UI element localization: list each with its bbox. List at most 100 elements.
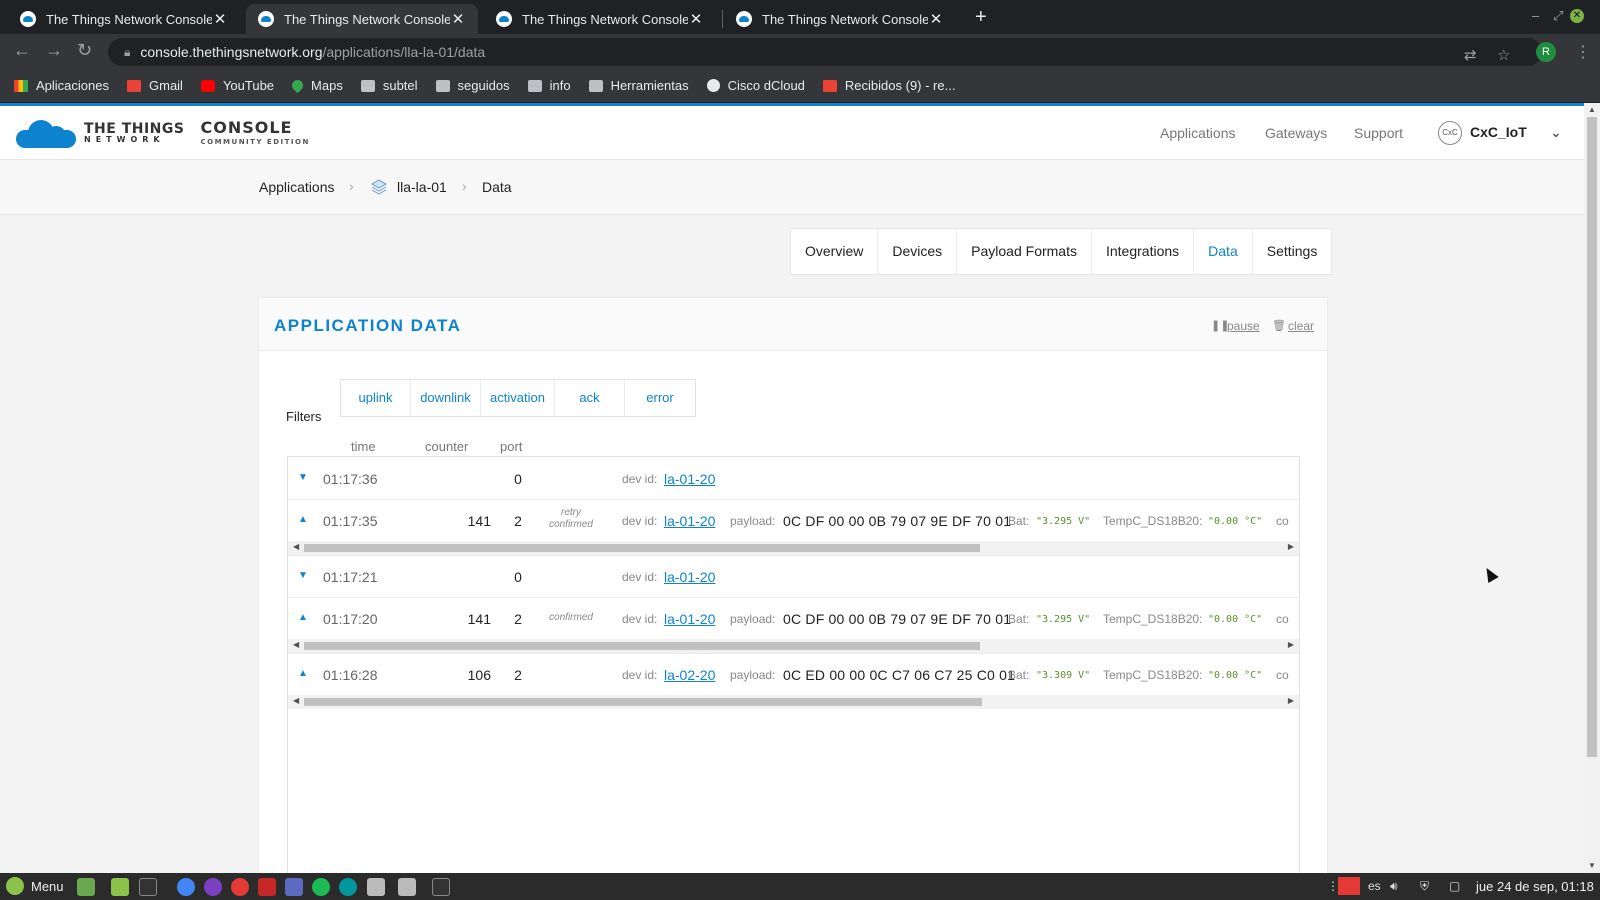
pause-button[interactable]: pause	[1227, 319, 1260, 333]
filter-activation[interactable]: activation	[481, 380, 555, 416]
scroll-thumb[interactable]	[304, 698, 982, 706]
volume-icon[interactable]: 🔊︎	[1390, 879, 1398, 894]
reload-icon[interactable]: ↻	[77, 40, 92, 61]
downlink-arrow-icon[interactable]: ▼	[298, 570, 308, 581]
bookmark-recibidos[interactable]: Recibidos (9) - re...	[822, 78, 955, 93]
scroll-right-icon[interactable]: ▶	[1288, 542, 1294, 551]
browser-menu-icon[interactable]: ⋮	[1575, 42, 1591, 62]
browser-tab[interactable]: The Things Network Console ✕	[8, 4, 240, 34]
uplink-arrow-icon[interactable]: ▲	[298, 668, 308, 679]
show-desktop-icon[interactable]	[77, 878, 95, 896]
tab-integrations[interactable]: Integrations	[1092, 229, 1195, 274]
filter-uplink[interactable]: uplink	[341, 380, 411, 416]
nav-gateways[interactable]: Gateways	[1265, 125, 1327, 141]
bookmark-maps[interactable]: Maps	[289, 77, 343, 94]
bookmark-gmail[interactable]: Gmail	[127, 78, 183, 93]
close-icon[interactable]: ✕	[688, 10, 704, 28]
anydesk-icon[interactable]	[1338, 877, 1360, 895]
dev-id-link[interactable]: la-02-20	[664, 667, 715, 683]
scroll-right-icon[interactable]: ▶	[1288, 640, 1294, 649]
browser-tab[interactable]: The Things Network Console ✕	[724, 4, 956, 34]
dev-id-link[interactable]: la-01-20	[664, 513, 715, 529]
arduino-icon[interactable]	[339, 878, 357, 896]
dev-id-link[interactable]: la-01-20	[664, 471, 715, 487]
trash-icon[interactable]: 🗑︎	[1272, 319, 1286, 332]
bookmark-youtube[interactable]: YouTube	[200, 78, 274, 93]
clock[interactable]: jue 24 de sep, 01:18	[1476, 879, 1594, 894]
scroll-left-icon[interactable]: ◀	[293, 696, 299, 705]
filter-ack[interactable]: ack	[555, 380, 625, 416]
chevron-down-icon[interactable]: ⌄	[1550, 124, 1562, 141]
bookmark-folder-seguidos[interactable]: seguidos	[435, 78, 510, 93]
uplink-arrow-icon[interactable]: ▲	[298, 514, 308, 525]
scroll-right-icon[interactable]: ▶	[1288, 696, 1294, 705]
window-close-icon[interactable]: ✕	[1570, 9, 1584, 23]
scroll-down-icon[interactable]: ▼	[1588, 861, 1596, 870]
user-name[interactable]: CxC_IoT	[1470, 124, 1527, 140]
close-icon[interactable]: ✕	[212, 10, 228, 28]
translate-icon[interactable]: ⇄	[1464, 46, 1477, 64]
horizontal-scrollbar[interactable]: ◀ ▶	[288, 695, 1299, 709]
shield-icon[interactable]: ⛨	[1420, 879, 1429, 894]
forward-icon[interactable]: →	[45, 40, 63, 61]
scroll-thumb[interactable]	[304, 544, 980, 552]
file-manager-icon[interactable]	[111, 878, 129, 896]
keyboard-layout[interactable]: es	[1368, 879, 1381, 893]
table-row[interactable]: ▼ 01:17:36 0 dev id: la-01-20	[288, 457, 1299, 499]
table-row[interactable]: ▲ 01:16:28 106 2 dev id: la-02-20 payloa…	[288, 653, 1299, 695]
tor-browser-icon[interactable]	[204, 878, 222, 896]
tab-settings[interactable]: Settings	[1253, 229, 1332, 274]
close-icon[interactable]: ✕	[450, 10, 466, 28]
horizontal-scrollbar[interactable]: ◀ ▶	[288, 541, 1299, 555]
tab-devices[interactable]: Devices	[878, 229, 958, 274]
page-scrollbar[interactable]: ▲ ▼	[1584, 103, 1600, 873]
terminal-icon[interactable]	[139, 878, 157, 896]
bookmark-apps[interactable]: Aplicaciones	[14, 78, 109, 93]
clear-button[interactable]: clear	[1288, 319, 1314, 333]
bookmark-folder-herramientas[interactable]: Herramientas	[588, 78, 689, 93]
terminal-icon[interactable]	[432, 878, 450, 896]
teams-icon[interactable]	[285, 878, 303, 896]
table-row[interactable]: ▲ 01:17:35 141 2 retry confirmed dev id: …	[288, 499, 1299, 541]
breadcrumb-applications[interactable]: Applications	[259, 179, 335, 195]
profile-avatar[interactable]: R	[1536, 42, 1556, 62]
address-bar[interactable]: 🔒︎ console.thethingsnetwork.org /applica…	[108, 38, 1542, 66]
dev-id-link[interactable]: la-01-20	[664, 611, 715, 627]
breadcrumb-application[interactable]: lla-la-01	[397, 179, 447, 195]
network-tool-icon[interactable]	[367, 878, 385, 896]
tab-data[interactable]: Data	[1194, 229, 1253, 274]
bookmark-folder-info[interactable]: info	[527, 78, 571, 93]
bookmark-folder-subtel[interactable]: subtel	[360, 78, 418, 93]
network-tool-icon[interactable]	[398, 878, 416, 896]
table-row[interactable]: ▼ 01:17:21 0 dev id: la-01-20	[288, 555, 1299, 597]
tab-overview[interactable]: Overview	[791, 229, 879, 274]
minimize-icon[interactable]: –	[1532, 8, 1539, 23]
ttn-logo[interactable]: THE THINGS NETWORK CONSOLE COMMUNITY EDI…	[16, 118, 310, 148]
new-tab-icon[interactable]: +	[975, 6, 987, 29]
scroll-left-icon[interactable]: ◀	[293, 640, 299, 649]
tab-payload-formats[interactable]: Payload Formats	[957, 229, 1092, 274]
filter-error[interactable]: error	[625, 380, 695, 416]
dev-id-link[interactable]: la-01-20	[664, 569, 715, 585]
chrome-icon[interactable]	[177, 878, 195, 896]
downlink-arrow-icon[interactable]: ▼	[298, 472, 308, 483]
nav-applications[interactable]: Applications	[1160, 125, 1236, 141]
notifications-icon[interactable]: ▢	[1449, 879, 1460, 893]
maximize-icon[interactable]: ⤢	[1553, 8, 1563, 24]
page-scroll-thumb[interactable]	[1587, 117, 1597, 757]
horizontal-scrollbar[interactable]: ◀ ▶	[288, 639, 1299, 653]
opera-icon[interactable]	[231, 878, 249, 896]
scroll-up-icon[interactable]: ▲	[1588, 105, 1596, 114]
browser-tab-active[interactable]: The Things Network Console ✕	[246, 4, 478, 34]
user-avatar[interactable]: CxC	[1438, 121, 1462, 145]
table-row[interactable]: ▲ 01:17:20 141 2 confirmed dev id: la-01…	[288, 597, 1299, 639]
spotify-icon[interactable]	[312, 878, 330, 896]
start-menu-button[interactable]: Menu	[6, 877, 64, 895]
bookmark-cisco-dcloud[interactable]: Cisco dCloud	[706, 78, 805, 93]
scroll-left-icon[interactable]: ◀	[293, 542, 299, 551]
filter-downlink[interactable]: downlink	[411, 380, 481, 416]
star-icon[interactable]: ☆	[1497, 46, 1510, 64]
filezilla-icon[interactable]	[258, 878, 276, 896]
back-icon[interactable]: ←	[13, 40, 31, 61]
nav-support[interactable]: Support	[1354, 125, 1403, 141]
